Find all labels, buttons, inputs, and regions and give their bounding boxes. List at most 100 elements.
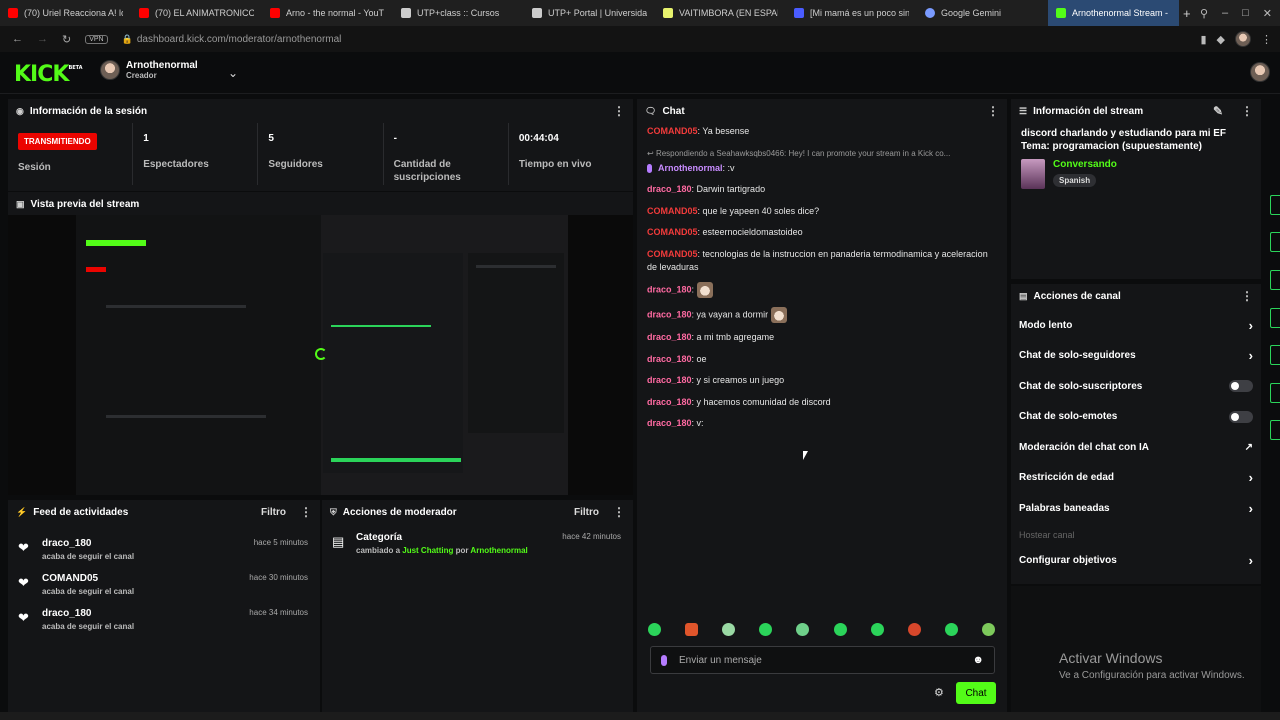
extensions-icon[interactable]: ◆ xyxy=(1217,33,1225,46)
cat-emote-icon xyxy=(696,282,713,298)
chat-message[interactable]: draco_180: y hacemos comunidad de discor… xyxy=(647,396,997,409)
emote-icon[interactable] xyxy=(796,623,810,636)
heart-icon: ❤ xyxy=(18,610,29,625)
chat-message[interactable]: COMAND05: que le yapeen 40 soles dice? xyxy=(647,205,997,218)
action-configure-goals[interactable]: Configurar objetivos › xyxy=(1011,546,1261,577)
more-options-icon[interactable]: ⋮ xyxy=(1241,104,1253,118)
account-role: Creador xyxy=(126,71,157,80)
more-options-icon[interactable]: ⋮ xyxy=(300,505,312,519)
browser-tab[interactable]: [Mi mamá es un poco sin xyxy=(786,0,917,26)
search-icon[interactable]: ⚲ xyxy=(1200,7,1208,20)
action-subscribers-only[interactable]: Chat de solo-suscriptores xyxy=(1011,371,1261,402)
browser-tab[interactable]: UTP+ Portal | Universida xyxy=(524,0,655,26)
chat-message[interactable]: COMAND05: Ya besense xyxy=(647,125,997,138)
moderator-actions-panel: ⛨ Acciones de moderador Filtro ⋮ ▤ Categorí… xyxy=(322,500,633,712)
chevron-right-icon: › xyxy=(1248,348,1253,364)
emote-icon[interactable] xyxy=(907,623,921,636)
forward-icon[interactable]: → xyxy=(37,33,48,45)
browser-tab[interactable]: Arno - the normal - YouT xyxy=(262,0,393,26)
emotes-only-toggle[interactable] xyxy=(1229,410,1253,423)
close-icon[interactable]: ✕ xyxy=(1263,7,1272,20)
feed-item[interactable]: ❤ COMAND05 acaba de seguir el canal hace 30… xyxy=(8,567,320,602)
browser-tab[interactable]: VAITIMBORA (EN ESPAÑ xyxy=(655,0,786,26)
vpn-badge[interactable]: VPN xyxy=(85,34,108,44)
menu-icon[interactable]: ⋮ xyxy=(1261,33,1272,46)
reload-icon[interactable]: ↻ xyxy=(62,33,71,46)
stat-followers: 5 Seguidores xyxy=(257,123,382,185)
mic-badge-icon xyxy=(647,163,652,173)
edit-icon[interactable]: ✎ xyxy=(1213,104,1223,118)
gear-icon[interactable]: ⚙ xyxy=(934,686,944,699)
emote-icon[interactable] xyxy=(685,623,699,636)
action-slow-mode[interactable]: Modo lento › xyxy=(1011,310,1261,341)
chat-message[interactable]: COMAND05: tecnologias de la instruccion … xyxy=(647,248,997,274)
sidebar-icon[interactable]: ▮ xyxy=(1200,33,1206,46)
subscribers-only-toggle[interactable] xyxy=(1229,380,1253,393)
new-tab-button[interactable]: + xyxy=(1179,0,1199,26)
mod-action-item[interactable]: ▤ Categoría cambiado a Just Chatting por… xyxy=(322,524,633,561)
chat-message[interactable]: draco_180: a mi tmb agregame xyxy=(647,331,997,344)
chat-message[interactable]: ↩ Respondiendo a Seahawksqbs0466: Hey! I… xyxy=(647,147,997,175)
emoji-picker-icon[interactable]: ☻ xyxy=(972,654,984,666)
chat-message[interactable]: draco_180: xyxy=(647,282,997,298)
user-link[interactable]: Arnothenormal xyxy=(470,546,527,555)
address-tools: ▮ ◆ ⋮ xyxy=(1200,26,1272,52)
category-thumbnail[interactable] xyxy=(1021,159,1045,189)
emote-icon[interactable] xyxy=(981,623,995,636)
back-icon[interactable]: ← xyxy=(12,33,23,45)
stream-preview-video[interactable] xyxy=(8,215,633,495)
chat-message[interactable]: COMAND05: esteernocieldomastoideo xyxy=(647,226,997,239)
more-options-icon[interactable]: ⋮ xyxy=(1241,289,1253,303)
chat-message[interactable]: draco_180: v: xyxy=(647,417,997,430)
channel-icon: ▤ xyxy=(1019,290,1028,301)
minimize-icon[interactable]: – xyxy=(1222,7,1228,19)
browser-tab[interactable]: Google Gemini xyxy=(917,0,1048,26)
browser-tab[interactable]: UTP+class :: Cursos xyxy=(393,0,524,26)
filter-button[interactable]: Filtro xyxy=(574,507,599,518)
browser-tab-active[interactable]: Arnothenormal Stream - K xyxy=(1048,0,1179,26)
emote-icon[interactable] xyxy=(722,623,736,636)
action-ai-moderation[interactable]: Moderación del chat con IA ↗ xyxy=(1011,432,1261,463)
profile-avatar[interactable] xyxy=(1235,31,1251,47)
emote-icon[interactable] xyxy=(648,623,661,636)
youtube-icon xyxy=(139,8,149,18)
chevron-right-icon: › xyxy=(1248,500,1253,516)
filter-button[interactable]: Filtro xyxy=(261,507,286,518)
send-chat-button[interactable]: Chat xyxy=(956,682,996,704)
chat-message[interactable]: draco_180: oe xyxy=(647,353,997,366)
action-banned-words[interactable]: Palabras baneadas › xyxy=(1011,493,1261,524)
chat-icon: 🗨 xyxy=(645,105,657,116)
emote-icon[interactable] xyxy=(759,623,773,636)
mouse-cursor xyxy=(803,451,808,460)
emote-icon[interactable] xyxy=(870,623,884,636)
kick-logo[interactable]: KICKBETA xyxy=(14,62,83,87)
heart-icon: ❤ xyxy=(18,575,29,590)
action-emotes-only[interactable]: Chat de solo-emotes xyxy=(1011,402,1261,433)
chat-input[interactable]: Enviar un mensaje ☻ xyxy=(650,646,995,674)
action-age-restriction[interactable]: Restricción de edad › xyxy=(1011,463,1261,494)
feed-item[interactable]: ❤ draco_180 acaba de seguir el canal hace 3… xyxy=(8,602,320,637)
maximize-icon[interactable]: □ xyxy=(1242,7,1249,19)
taskbar xyxy=(0,712,1280,720)
more-options-icon[interactable]: ⋮ xyxy=(987,104,999,118)
emote-icon[interactable] xyxy=(833,623,847,636)
feed-item[interactable]: ❤ draco_180 acaba de seguir el canal hace 5… xyxy=(8,532,320,567)
chat-message[interactable]: draco_180: ya vayan a dormir xyxy=(647,306,997,323)
more-options-icon[interactable]: ⋮ xyxy=(613,104,625,118)
user-avatar[interactable] xyxy=(1250,62,1270,82)
emote-icon[interactable] xyxy=(944,623,958,636)
category-link[interactable]: Just Chatting xyxy=(402,546,453,555)
account-switcher[interactable]: Arnothenormal Creador xyxy=(100,60,198,80)
chat-message[interactable]: draco_180: y si creamos un juego xyxy=(647,374,997,387)
action-followers-only[interactable]: Chat de solo-seguidores › xyxy=(1011,341,1261,372)
page-icon xyxy=(663,8,673,18)
chevron-down-icon[interactable]: ⌄ xyxy=(228,66,238,80)
more-options-icon[interactable]: ⋮ xyxy=(613,505,625,519)
url-field[interactable]: dashboard.kick.com/moderator/arnothenorm… xyxy=(137,34,342,45)
lock-icon[interactable]: 🔒 xyxy=(122,34,133,45)
youtube-icon xyxy=(8,8,18,18)
browser-tab[interactable]: (70) EL ANIMATRONICO xyxy=(131,0,262,26)
browser-tab[interactable]: (70) Uriel Reacciona A! lo xyxy=(0,0,131,26)
chat-message[interactable]: draco_180: Darwin tartigrado xyxy=(647,183,997,196)
category-name[interactable]: Conversando xyxy=(1053,159,1117,170)
